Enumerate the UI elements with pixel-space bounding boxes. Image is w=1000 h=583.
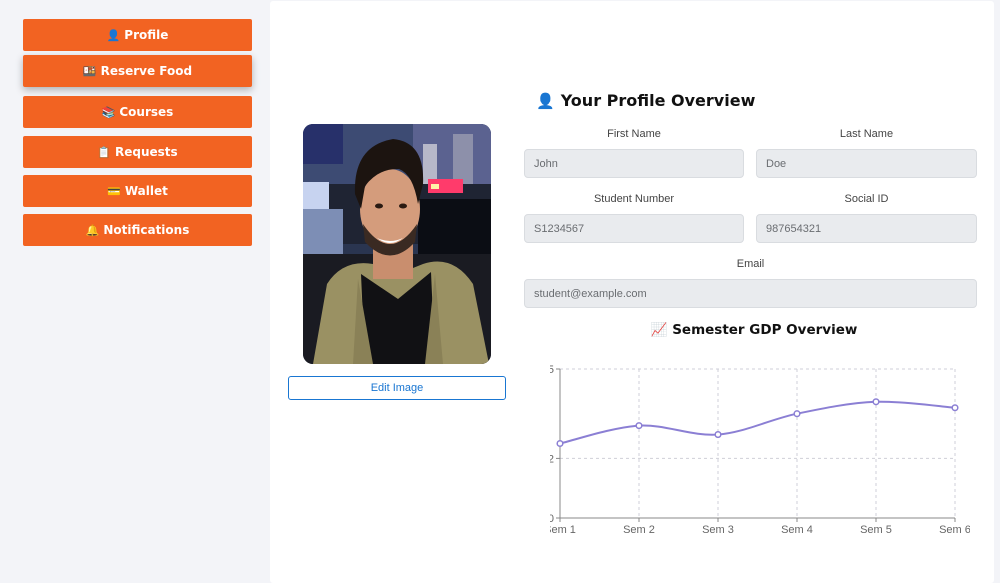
data-point (951, 404, 959, 412)
data-point (714, 431, 722, 439)
sidebar-item-notifications[interactable]: 🔔 Notifications (23, 214, 252, 246)
sidebar-item-label: Courses (119, 105, 174, 119)
email-label: Email (736, 258, 765, 270)
credit-card-icon: 💳 (107, 184, 121, 198)
social-id-field[interactable]: 987654321 (756, 214, 977, 243)
sidebar-item-courses[interactable]: 📚 Courses (23, 96, 252, 128)
sidebar-item-label: Profile (124, 28, 169, 42)
sidebar-item-label: Requests (115, 145, 178, 159)
bell-icon: 🔔 (85, 223, 100, 237)
user-icon: 👤 (106, 28, 121, 42)
last-name-field[interactable]: Doe (756, 149, 977, 178)
bento-box-icon: 🍱 (82, 64, 97, 78)
page-title-text: Your Profile Overview (560, 91, 756, 110)
x-tick-label: Sem 2 (623, 524, 655, 536)
x-tick-label: Sem 6 (939, 524, 970, 536)
y-tick-label: 2 (550, 453, 554, 465)
sidebar-item-label: Notifications (103, 223, 190, 237)
sidebar-item-reserve-food[interactable]: 🍱 Reserve Food (23, 55, 252, 87)
y-tick-label: 5 (550, 364, 554, 376)
x-tick-label: Sem 3 (702, 524, 734, 536)
series-line (559, 400, 956, 445)
clipboard-icon: 📋 (97, 145, 112, 159)
chart-title: 📈 Semester GDP Overview (524, 322, 984, 338)
data-point (556, 439, 564, 448)
x-tick-label: Sem 5 (860, 524, 892, 536)
profile-photo (303, 124, 491, 364)
sidebar-item-label: Wallet (124, 184, 168, 198)
profile-panel: Edit Image 👤 Your Profile Overview First… (270, 1, 994, 583)
last-name-label: Last Name (839, 128, 894, 140)
x-tick-label: Sem 4 (781, 524, 813, 536)
first-name-field[interactable]: John (524, 149, 744, 178)
semester-gdp-chart: 025Sem 1Sem 2Sem 3Sem 4Sem 5Sem 6 (550, 364, 970, 536)
sidebar-item-wallet[interactable]: 💳 Wallet (23, 175, 252, 207)
data-point (793, 410, 801, 418)
profile-photo-image (303, 124, 491, 364)
first-name-label: First Name (607, 128, 661, 140)
sidebar-item-requests[interactable]: 📋 Requests (23, 136, 252, 168)
chart-up-icon: 📈 (650, 322, 668, 338)
user-icon: 👤 (536, 91, 555, 110)
email-field[interactable]: student@example.com (524, 279, 977, 308)
student-number-label: Student Number (593, 193, 675, 205)
chart-title-text: Semester GDP Overview (672, 322, 858, 338)
books-icon: 📚 (101, 105, 116, 119)
social-id-label: Social ID (844, 193, 889, 205)
data-point (872, 398, 880, 406)
x-tick-label: Sem 1 (550, 524, 576, 536)
data-point (635, 422, 643, 430)
student-number-field[interactable]: S1234567 (524, 214, 744, 243)
page-title: 👤 Your Profile Overview (536, 91, 755, 110)
edit-image-button[interactable]: Edit Image (288, 376, 506, 400)
sidebar-item-profile[interactable]: 👤 Profile (23, 19, 252, 51)
sidebar-item-label: Reserve Food (100, 64, 193, 78)
